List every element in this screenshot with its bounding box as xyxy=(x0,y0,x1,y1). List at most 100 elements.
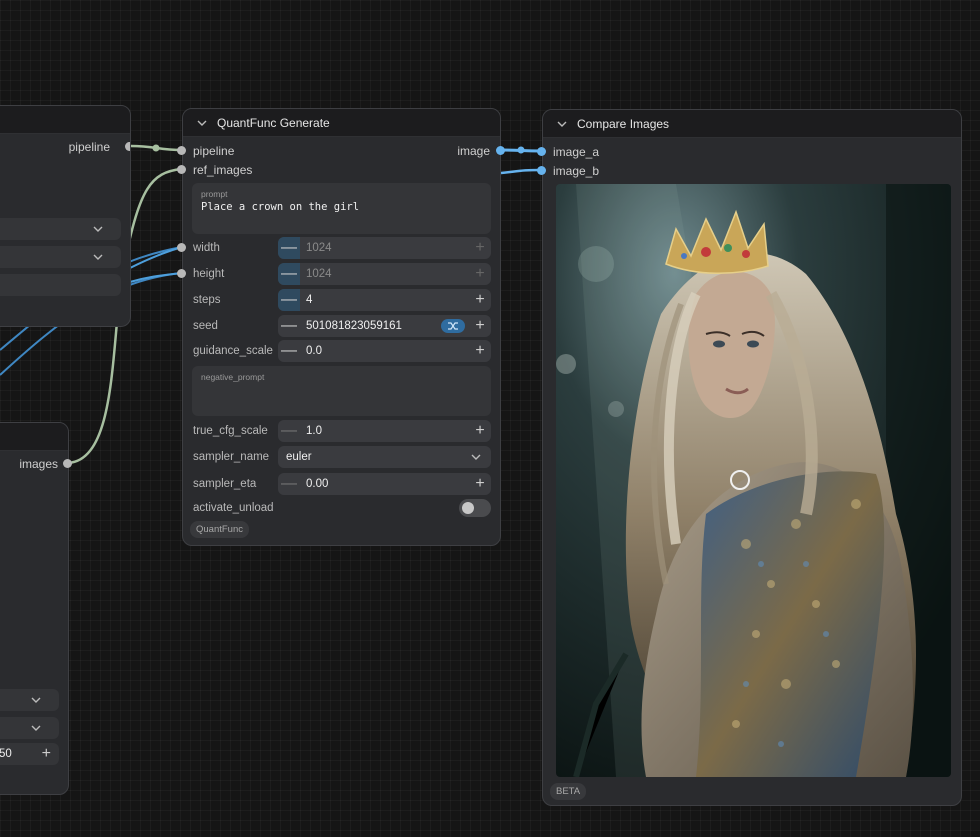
height-stepper[interactable]: — 1024 + xyxy=(278,263,491,285)
true-cfg-widget[interactable]: true_cfg_scale — 1.0 + xyxy=(192,420,491,442)
width-value: 1024 xyxy=(306,242,332,254)
unload-widget[interactable]: activate_unload xyxy=(192,497,491,519)
left-node-top-header[interactable] xyxy=(0,106,130,134)
wire-image-a xyxy=(500,148,543,153)
chevron-down-icon xyxy=(31,725,41,731)
input-pipeline-dot[interactable] xyxy=(177,146,186,155)
left-bottom-number[interactable]: 50 + xyxy=(0,743,59,765)
left-input-3[interactable] xyxy=(0,274,121,296)
input-image-a-dot[interactable] xyxy=(537,147,546,156)
steps-label: steps xyxy=(193,294,221,306)
height-widget[interactable]: height — 1024 + xyxy=(192,263,491,285)
node-source-badge: QuantFunc xyxy=(190,521,249,538)
prompt-field[interactable]: prompt Place a crown on the girl xyxy=(192,183,491,234)
true-cfg-label: true_cfg_scale xyxy=(193,425,268,437)
left-select-2[interactable] xyxy=(0,246,121,268)
input-image-a-label: image_a xyxy=(553,145,600,159)
left-node-top[interactable]: pipeline xyxy=(0,105,131,327)
prompt-label: prompt xyxy=(201,189,228,199)
left-select-1[interactable] xyxy=(0,218,121,240)
output-pipeline-dot[interactable] xyxy=(125,142,130,151)
compare-node-header[interactable]: Compare Images xyxy=(543,110,961,138)
minus-icon[interactable]: — xyxy=(278,237,300,259)
minus-icon[interactable]: — xyxy=(278,263,300,285)
seed-value: 501081823059161 xyxy=(306,320,402,332)
seed-stepper[interactable]: — 501081823059161 + xyxy=(278,315,491,337)
woman-crown-image xyxy=(556,184,951,777)
sampler-value: euler xyxy=(286,451,312,463)
plus-icon[interactable]: + xyxy=(469,420,491,442)
negative-prompt-label: negative_prompt xyxy=(201,372,265,382)
input-image-b[interactable]: image_b xyxy=(553,164,599,178)
plus-icon[interactable]: + xyxy=(469,263,491,285)
input-pipeline[interactable]: pipeline xyxy=(193,144,234,158)
plus-icon[interactable]: + xyxy=(469,473,491,495)
seed-label: seed xyxy=(193,320,218,332)
output-images-label: images xyxy=(19,457,58,471)
wire-pipeline xyxy=(130,144,183,152)
steps-value: 4 xyxy=(306,294,313,306)
guidance-stepper[interactable]: — 0.0 + xyxy=(278,340,491,362)
width-label: width xyxy=(193,242,220,254)
left-node-bottom-header[interactable] xyxy=(0,423,68,451)
left-node-bottom[interactable]: images 50 + xyxy=(0,422,69,795)
plus-icon[interactable]: + xyxy=(469,315,491,337)
generate-node-title: QuantFunc Generate xyxy=(217,115,330,130)
seed-widget[interactable]: seed — 501081823059161 + xyxy=(192,315,491,337)
plus-icon[interactable]: + xyxy=(42,745,51,763)
output-images-dot[interactable] xyxy=(63,459,72,468)
wire-image-b xyxy=(500,168,543,175)
width-stepper[interactable]: — 1024 + xyxy=(278,237,491,259)
plus-icon[interactable]: + xyxy=(469,237,491,259)
output-image[interactable]: image xyxy=(457,144,490,158)
plus-icon[interactable]: + xyxy=(469,289,491,311)
input-image-b-dot[interactable] xyxy=(537,166,546,175)
output-pipeline[interactable]: pipeline xyxy=(69,140,110,154)
input-ref-images[interactable]: ref_images xyxy=(193,163,252,177)
compare-image-preview[interactable] xyxy=(556,184,951,777)
width-widget[interactable]: width — 1024 + xyxy=(192,237,491,259)
compare-images-node[interactable]: Compare Images image_a image_b BETA xyxy=(542,109,962,806)
true-cfg-value: 1.0 xyxy=(306,425,322,437)
left-bottom-select-1[interactable] xyxy=(0,689,59,711)
minus-icon[interactable]: — xyxy=(278,340,300,362)
guidance-widget[interactable]: guidance_scale — 0.0 + xyxy=(192,340,491,362)
eta-stepper[interactable]: — 0.00 + xyxy=(278,473,491,495)
plus-icon[interactable]: + xyxy=(469,340,491,362)
eta-value: 0.00 xyxy=(306,478,329,490)
generate-node-header[interactable]: QuantFunc Generate xyxy=(183,109,500,137)
input-width-dot[interactable] xyxy=(177,243,186,252)
left-bottom-number-value: 50 xyxy=(0,748,12,760)
minus-icon[interactable]: — xyxy=(278,315,300,337)
collapse-chevron-icon[interactable] xyxy=(555,117,569,131)
output-images[interactable]: images xyxy=(19,457,58,471)
minus-icon[interactable]: — xyxy=(278,420,300,442)
collapse-chevron-icon[interactable] xyxy=(195,116,209,130)
prompt-value: Place a crown on the girl xyxy=(201,201,360,213)
input-ref-images-label: ref_images xyxy=(193,163,253,177)
left-bottom-select-2[interactable] xyxy=(0,717,59,739)
guidance-value: 0.0 xyxy=(306,345,322,357)
sampler-select[interactable]: euler xyxy=(278,446,491,468)
minus-icon[interactable]: — xyxy=(278,289,300,311)
eta-label: sampler_eta xyxy=(193,478,257,490)
chevron-down-icon xyxy=(31,697,41,703)
height-value: 1024 xyxy=(306,268,332,280)
eta-widget[interactable]: sampler_eta — 0.00 + xyxy=(192,473,491,495)
quantfunc-generate-node[interactable]: QuantFunc Generate pipeline ref_images i… xyxy=(182,108,501,546)
steps-stepper[interactable]: — 4 + xyxy=(278,289,491,311)
input-image-a[interactable]: image_a xyxy=(553,145,599,159)
height-label: height xyxy=(193,268,225,280)
input-ref-images-dot[interactable] xyxy=(177,165,186,174)
sampler-widget[interactable]: sampler_name euler xyxy=(192,446,491,468)
minus-icon[interactable]: — xyxy=(278,473,300,495)
chevron-down-icon xyxy=(93,254,103,260)
negative-prompt-field[interactable]: negative_prompt xyxy=(192,366,491,416)
output-image-dot[interactable] xyxy=(496,146,505,155)
sampler-label: sampler_name xyxy=(193,451,270,463)
input-height-dot[interactable] xyxy=(177,269,186,278)
true-cfg-stepper[interactable]: — 1.0 + xyxy=(278,420,491,442)
randomize-icon[interactable] xyxy=(441,319,465,333)
unload-toggle[interactable] xyxy=(459,499,491,517)
steps-widget[interactable]: steps — 4 + xyxy=(192,289,491,311)
